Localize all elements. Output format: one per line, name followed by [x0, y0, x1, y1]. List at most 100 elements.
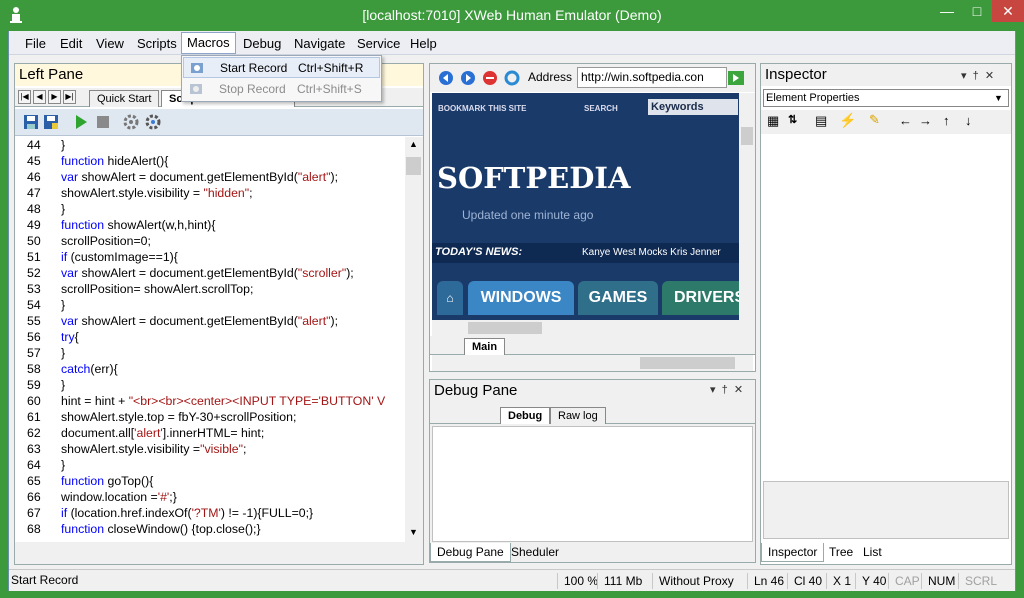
code-text: function goTop(){ — [61, 474, 154, 488]
menu-item-stop-record[interactable]: Stop Record Ctrl+Shift+S — [183, 79, 380, 100]
nav-windows[interactable]: WINDOWS — [468, 281, 574, 315]
inspector-controls[interactable]: ▾ † ✕ — [961, 69, 994, 82]
debug-pane-title: Debug Pane — [434, 382, 518, 399]
code-text: } — [61, 346, 66, 360]
nav-games[interactable]: GAMES — [578, 281, 658, 315]
next-tab-button[interactable]: ▶ — [48, 90, 61, 104]
horizontal-scrollbar[interactable] — [15, 542, 423, 564]
property-grid[interactable] — [761, 134, 1011, 479]
tab-debug[interactable]: Debug — [500, 407, 551, 424]
tab-inspector[interactable]: Inspector — [761, 543, 825, 562]
vertical-scrollbar[interactable]: ▲ ▼ — [405, 137, 423, 542]
highlight-icon[interactable]: ✎ — [869, 112, 880, 128]
news-ticker[interactable]: Kanye West Mocks Kris Jenner — [582, 247, 721, 258]
line-number: 51 — [27, 250, 41, 264]
stop-icon[interactable] — [482, 70, 498, 86]
status-memory: 111 Mb — [597, 573, 642, 589]
web-page-view[interactable]: BOOKMARK THIS SITE SEARCH Keywords SOFTP… — [432, 93, 739, 348]
menu-debug[interactable]: Debug — [241, 34, 283, 53]
menu-item-start-record[interactable]: Start Record Ctrl+Shift+R — [183, 57, 380, 78]
debug-output[interactable] — [432, 426, 753, 542]
menu-bar: File Edit View Scripts Macros Debug Navi… — [9, 31, 1015, 55]
menu-navigate[interactable]: Navigate — [292, 34, 347, 53]
arrow-right-icon[interactable]: → — [919, 113, 932, 128]
keywords-input[interactable]: Keywords — [648, 99, 738, 115]
tab-quick-start[interactable]: Quick Start — [89, 90, 160, 107]
menu-service[interactable]: Service — [355, 34, 402, 53]
line-number: 61 — [27, 410, 41, 424]
macros-menu-dropdown: Start Record Ctrl+Shift+R Stop Record Ct… — [181, 55, 382, 102]
code-editor[interactable]: 44} 45 function hideAlert(){46 var showAler… — [15, 137, 405, 542]
menu-file[interactable]: File — [23, 34, 48, 53]
status-proxy: Without Proxy — [652, 573, 734, 589]
record-icon — [191, 63, 203, 73]
softpedia-logo: SOFTPEDIA — [437, 161, 631, 195]
code-text: showAlert.style.visibility = "hidden"; — [61, 186, 253, 200]
tab-tree[interactable]: Tree — [823, 543, 859, 562]
stop-icon[interactable] — [95, 114, 111, 130]
browser-tab-scroll[interactable] — [432, 355, 753, 371]
events-icon[interactable]: ⚡ — [839, 112, 856, 129]
code-text: showAlert.style.top = fbY-30+scrollPosit… — [61, 410, 297, 424]
nav-drivers[interactable]: DRIVERS — [662, 281, 739, 315]
browser-tabstrip: Main — [430, 336, 755, 355]
options-icon[interactable] — [145, 114, 161, 130]
menu-scripts[interactable]: Scripts — [135, 34, 179, 53]
minimize-button[interactable]: — — [932, 0, 962, 22]
line-number: 54 — [27, 298, 41, 312]
last-tab-button[interactable]: ▶| — [63, 90, 76, 104]
line-number: 57 — [27, 346, 41, 360]
code-text: document.all['alert'].innerHTML= hint; — [61, 426, 265, 440]
sort-az-icon[interactable]: ⇅ — [788, 113, 797, 126]
tab-sheduler[interactable]: Sheduler — [505, 543, 565, 562]
status-line: Ln 46 — [747, 573, 784, 589]
tab-debug-pane[interactable]: Debug Pane — [430, 543, 511, 562]
debug-pane-controls[interactable]: ▾ † ✕ — [710, 383, 743, 396]
run-icon[interactable] — [73, 114, 89, 130]
close-button[interactable]: ✕ — [992, 0, 1024, 22]
menu-view[interactable]: View — [94, 34, 126, 53]
first-tab-button[interactable]: |◀ — [18, 90, 31, 104]
code-text: var showAlert = document.getElementById(… — [61, 266, 354, 280]
code-text: } — [61, 298, 66, 312]
arrow-up-icon[interactable]: ↑ — [943, 113, 950, 128]
back-icon[interactable] — [438, 70, 454, 86]
bookmark-link[interactable]: BOOKMARK THIS SITE — [438, 104, 526, 113]
status-y: Y 40 — [855, 573, 886, 589]
tab-main[interactable]: Main — [464, 338, 506, 355]
code-text: if (customImage==1){ — [61, 250, 178, 264]
home-icon[interactable]: ⌂ — [437, 281, 463, 315]
line-number: 67 — [27, 506, 41, 520]
inspector-pane: Inspector ▾ † ✕ Element Properties ▼ ▦ ⇅… — [760, 63, 1012, 565]
code-text: hint = hint + "<br><br><center><INPUT TY… — [61, 394, 386, 408]
inspector-toolbar: ▦ ⇅ ▤ ⚡ ✎ ← → ↑ ↓ — [761, 110, 1011, 134]
address-input[interactable]: http://win.softpedia.con — [577, 67, 727, 88]
menu-macros[interactable]: Macros — [181, 32, 236, 54]
arrow-left-icon[interactable]: ← — [899, 113, 912, 128]
line-number: 58 — [27, 362, 41, 376]
status-bar: Start Record 100 % 111 Mb Without Proxy … — [9, 569, 1015, 591]
save-icon[interactable] — [23, 114, 39, 130]
properties-icon[interactable]: ▤ — [815, 113, 827, 129]
page-vscroll[interactable] — [739, 93, 755, 348]
window-title: [localhost:7010] XWeb Human Emulator (De… — [362, 7, 662, 23]
page-hscroll[interactable] — [432, 320, 739, 336]
code-text: function closeWindow() {top.close();} — [61, 522, 261, 536]
save-all-icon[interactable] — [43, 114, 59, 130]
categorized-icon[interactable]: ▦ — [767, 113, 779, 129]
tab-raw-log[interactable]: Raw log — [550, 407, 606, 424]
settings-icon[interactable] — [123, 114, 139, 130]
debug-tabstrip: Debug Raw log — [430, 405, 755, 424]
search-link[interactable]: SEARCH — [584, 104, 618, 113]
forward-icon[interactable] — [460, 70, 476, 86]
refresh-icon[interactable] — [504, 70, 520, 86]
status-column: Cl 40 — [787, 573, 822, 589]
inspector-dropdown[interactable]: Element Properties ▼ — [763, 89, 1009, 107]
prev-tab-button[interactable]: ◀ — [33, 90, 46, 104]
menu-help[interactable]: Help — [408, 34, 439, 53]
arrow-down-icon[interactable]: ↓ — [965, 113, 972, 128]
menu-edit[interactable]: Edit — [58, 34, 84, 53]
go-icon[interactable] — [728, 71, 744, 85]
maximize-button[interactable]: □ — [962, 0, 992, 22]
tab-list[interactable]: List — [857, 543, 888, 562]
